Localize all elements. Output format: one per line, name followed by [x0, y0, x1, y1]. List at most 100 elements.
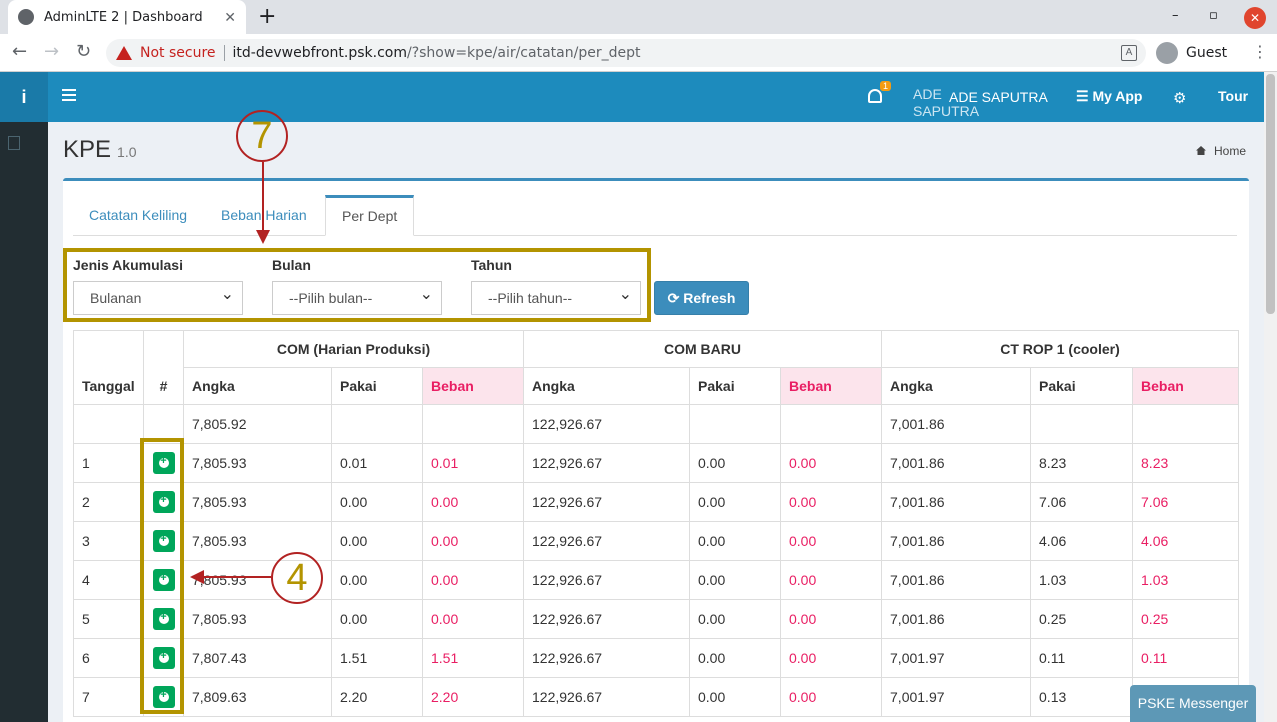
table-cell: 0.00 [689, 677, 781, 717]
profile-label: Guest [1186, 45, 1228, 61]
table-cell [422, 404, 524, 444]
page-title-text: KPE [63, 136, 112, 163]
table-cell: 122,926.67 [523, 482, 690, 522]
table-row: 77,809.632.202.20122,926.670.000.007,001… [73, 677, 1240, 717]
tab-per-dept[interactable]: Per Dept [325, 195, 415, 236]
translate-icon[interactable]: A [1121, 45, 1137, 61]
table-cell: 7,805.93 [183, 599, 332, 639]
table-cell: 1.51 [331, 638, 423, 678]
reload-icon[interactable]: ↻ [76, 41, 91, 62]
table-cell: 7,001.86 [881, 560, 1032, 600]
table-cell: 7,001.97 [881, 638, 1032, 678]
browser-menu-icon[interactable]: ⋮ [1252, 42, 1268, 61]
table-cell: 122,926.67 [523, 521, 690, 561]
table-row: 67,807.431.511.51122,926.670.000.007,001… [73, 638, 1240, 678]
breadcrumb[interactable]: Home [1196, 144, 1246, 158]
table-cell: 7.06 [1132, 482, 1240, 522]
sidebar [0, 122, 48, 722]
table-cell: 0.00 [331, 560, 423, 600]
table-cell: 122,926.67 [523, 404, 690, 444]
refresh-icon: ⟳ [667, 290, 684, 306]
table-cell: 1.51 [422, 638, 524, 678]
table-cell: 7,001.86 [881, 443, 1032, 483]
browser-tab[interactable]: AdminLTE 2 | Dashboard ✕ [8, 0, 246, 34]
col-pakai: Pakai [1030, 367, 1134, 405]
table-cell: 7,807.43 [183, 638, 332, 678]
table-cell: 7,001.86 [881, 482, 1032, 522]
table-cell: 0.00 [779, 638, 883, 678]
add-column-highlight-box [140, 438, 184, 714]
logo[interactable]: i [0, 72, 48, 122]
url-field[interactable]: Not secure itd-devwebfront.psk.com /?sho… [106, 39, 1146, 67]
home-icon [1196, 146, 1206, 155]
table-cell: 6 [73, 638, 144, 678]
table-cell: 0.00 [779, 443, 883, 483]
table-cell: 122,926.67 [523, 677, 690, 717]
user-image[interactable]: ADE SAPUTRA [913, 86, 979, 120]
col-hash: # [143, 330, 184, 405]
forward-icon[interactable]: → [44, 41, 59, 62]
data-table: Tanggal # COM (Harian Produksi) COM BARU… [73, 330, 1240, 717]
refresh-button[interactable]: ⟳ Refresh [654, 281, 749, 315]
table-cell: 2.20 [422, 677, 524, 717]
notification-badge: 1 [880, 81, 892, 91]
arrow-left-icon [190, 570, 204, 584]
annotation-7-arrow [262, 162, 264, 234]
col-angka: Angka [523, 367, 690, 405]
tour-button[interactable]: Tour [1218, 88, 1248, 104]
messenger-button[interactable]: PSKE Messenger [1130, 685, 1256, 722]
maximize-button[interactable]: ▫ [1209, 8, 1218, 23]
col-beban: Beban [422, 367, 524, 405]
table-cell: 1 [73, 443, 144, 483]
tab-close-icon[interactable]: ✕ [224, 9, 236, 26]
table-cell: 0.00 [689, 482, 781, 522]
group-header: CT ROP 1 (cooler) [881, 330, 1240, 368]
table-cell [1030, 404, 1134, 444]
window-close-button[interactable]: ✕ [1244, 7, 1266, 29]
sidebar-toggle-icon[interactable] [62, 89, 76, 104]
globe-icon [18, 9, 34, 25]
table-cell: 4.06 [1132, 521, 1240, 561]
table-cell: 122,926.67 [523, 638, 690, 678]
back-icon[interactable]: ← [12, 41, 27, 62]
table-cell: 4.06 [1030, 521, 1134, 561]
table-cell: 1.03 [1132, 560, 1240, 600]
tab-catatan-keliling[interactable]: Catatan Keliling [73, 195, 203, 236]
table-cell: 0.00 [689, 443, 781, 483]
table-cell: 0.00 [779, 482, 883, 522]
table-cell: 122,926.67 [523, 599, 690, 639]
col-pakai: Pakai [689, 367, 781, 405]
not-secure-label[interactable]: Not secure [140, 45, 216, 61]
app-header: i 1 ADE SAPUTRA ADE SAPUTRA ☰ My App ⚙ T… [0, 72, 1264, 122]
file-icon[interactable] [8, 136, 20, 150]
gears-icon[interactable]: ⚙ [1173, 89, 1186, 107]
scrollbar-thumb[interactable] [1266, 74, 1275, 314]
filter-highlight-box [63, 248, 651, 322]
table-cell: 7,001.86 [881, 404, 1032, 444]
table-cell: 0.00 [422, 482, 524, 522]
new-tab-button[interactable]: + [258, 4, 276, 29]
table-cell: 3 [73, 521, 144, 561]
arrow-down-icon [256, 230, 270, 244]
table-cell: 0.00 [689, 638, 781, 678]
table-row: 27,805.930.000.00122,926.670.000.007,001… [73, 482, 1240, 522]
url-host: itd-devwebfront.psk.com [232, 45, 407, 61]
table-cell: 0.00 [331, 599, 423, 639]
table-cell: 7.06 [1030, 482, 1134, 522]
table-cell: 2.20 [331, 677, 423, 717]
my-app-label: My App [1092, 88, 1143, 104]
table-cell: 7 [73, 677, 144, 717]
minimize-button[interactable]: – [1172, 8, 1179, 23]
table-cell: 0.25 [1132, 599, 1240, 639]
table-cell: 0.00 [331, 521, 423, 561]
table-cell: 0.00 [779, 677, 883, 717]
my-app-menu[interactable]: ☰ My App [1076, 88, 1143, 105]
page-title: KPE 1.0 [63, 136, 137, 164]
table-cell: 4 [73, 560, 144, 600]
table-row: 57,805.930.000.00122,926.670.000.007,001… [73, 599, 1240, 639]
table-cell: 0.00 [422, 560, 524, 600]
bell-icon[interactable] [868, 89, 882, 103]
user-menu[interactable]: ADE SAPUTRA [949, 89, 1048, 105]
profile-button[interactable]: Guest [1156, 39, 1227, 67]
table-cell: 0.00 [779, 521, 883, 561]
